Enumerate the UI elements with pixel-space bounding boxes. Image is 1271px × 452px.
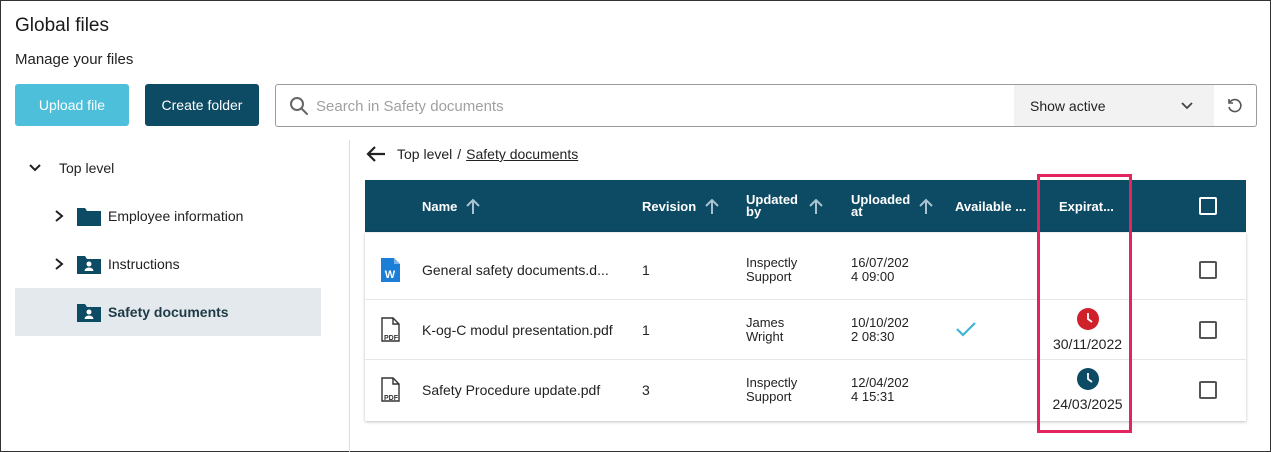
column-header-uploaded-at[interactable]: Uploaded at (851, 180, 934, 232)
upload-file-button[interactable]: Upload file (15, 84, 129, 126)
text-line: 4 15:31 (851, 389, 895, 404)
svg-text:W: W (385, 269, 396, 281)
row-checkbox[interactable] (1199, 381, 1217, 399)
svg-text:PDF: PDF (384, 395, 399, 402)
file-uploaded-at: 12/04/202 4 15:31 (851, 376, 909, 404)
clock-icon (1076, 368, 1099, 390)
tree-item-label: Safety documents (108, 304, 229, 320)
arrow-up-icon (466, 198, 481, 214)
file-revision: 1 (642, 322, 650, 338)
expiration-date: 30/11/2022 (1052, 336, 1123, 352)
column-header-name[interactable]: Name (422, 180, 481, 232)
text-line: Support (746, 269, 792, 284)
text-line: 2 08:30 (851, 329, 895, 344)
column-header-revision[interactable]: Revision (642, 180, 720, 232)
column-label: Name (422, 198, 458, 214)
page-subtitle: Manage your files (15, 51, 134, 68)
tree-item-safety-documents[interactable]: Safety documents (15, 288, 321, 336)
file-name[interactable]: K-og-C modul presentation.pdf (422, 322, 613, 338)
table-row[interactable]: PDF K-og-C modul presentation.pdf 1 Jame… (365, 300, 1246, 360)
row-checkbox[interactable] (1199, 321, 1217, 339)
arrow-up-icon (705, 198, 719, 214)
tree-item-label: Instructions (108, 256, 180, 272)
text-line: Wright (746, 329, 784, 344)
column-label-line: by (746, 204, 762, 219)
column-label: Available ... (955, 198, 1027, 214)
arrow-up-icon (919, 198, 933, 214)
svg-text:PDF: PDF (384, 335, 399, 342)
breadcrumb-root[interactable]: Top level (397, 146, 452, 162)
text-line: 12/04/202 (851, 375, 909, 390)
column-label: Revision (642, 198, 697, 214)
file-name[interactable]: Safety Procedure update.pdf (422, 382, 600, 398)
tree-item-instructions[interactable]: Instructions (15, 240, 321, 288)
column-label: Uploaded at (851, 193, 910, 219)
expiration-cell: 24/03/2025 (1040, 368, 1135, 412)
tree-item-top-level[interactable]: Top level (15, 144, 321, 192)
create-folder-button[interactable]: Create folder (145, 84, 259, 126)
column-label: Updated by (746, 193, 798, 219)
chevron-right-icon (55, 210, 64, 222)
tree-item-label: Employee information (108, 208, 244, 224)
text-line: Inspectly (746, 255, 798, 270)
expiration-cell: 30/11/2022 (1040, 308, 1135, 352)
table-row[interactable]: PDF Safety Procedure update.pdf 3 Inspec… (365, 360, 1246, 420)
column-header-available[interactable]: Available ... (955, 180, 1026, 232)
column-header-expiration[interactable]: Expirat... (1059, 180, 1114, 232)
folder-icon (77, 208, 101, 226)
pdf-file-icon: PDF (381, 317, 400, 342)
column-label: Expirat... (1059, 198, 1114, 214)
checkmark-icon (956, 322, 976, 337)
text-line: 16/07/202 (851, 255, 909, 270)
chevron-down-icon (1181, 102, 1193, 110)
arrow-up-icon (809, 198, 823, 214)
status-filter-select[interactable]: Show active (1014, 85, 1214, 126)
back-arrow-icon[interactable] (365, 143, 387, 165)
file-uploaded-at: 10/10/202 2 08:30 (851, 316, 909, 344)
file-name[interactable]: General safety documents.d... (422, 262, 609, 278)
shared-folder-icon (77, 304, 101, 322)
breadcrumb: Top level / Safety documents (365, 142, 578, 166)
breadcrumb-separator: / (457, 146, 462, 162)
select-all-checkbox[interactable] (1199, 197, 1217, 215)
text-line: Inspectly (746, 375, 798, 390)
page-title: Global files (15, 15, 109, 36)
file-revision: 1 (642, 262, 650, 278)
file-table: W General safety documents.d... 1 Inspec… (365, 232, 1246, 421)
text-line: James (746, 315, 785, 330)
file-updated-by: James Wright (746, 316, 784, 344)
tree-item-label: Top level (59, 160, 115, 176)
search-input[interactable] (316, 93, 1006, 119)
search-bar: Show active (275, 84, 1257, 127)
table-header: Name Revision Updated by Uploaded at Avail… (365, 180, 1246, 232)
word-file-icon: W (381, 258, 400, 282)
text-line: 4 09:00 (851, 269, 895, 284)
column-label-line: at (851, 204, 863, 219)
chevron-down-icon (29, 164, 41, 172)
file-updated-by: Inspectly Support (746, 256, 797, 284)
panel-divider (349, 140, 350, 452)
expiration-date: 24/03/2025 (1052, 396, 1123, 412)
file-updated-by: Inspectly Support (746, 376, 797, 404)
table-row[interactable]: W General safety documents.d... 1 Inspec… (365, 240, 1246, 300)
shared-folder-icon (77, 256, 101, 274)
text-line: 10/10/202 (851, 315, 909, 330)
column-header-updated-by[interactable]: Updated by (746, 180, 824, 232)
chevron-right-icon (55, 258, 64, 270)
tree-item-employee-information[interactable]: Employee information (15, 192, 321, 240)
reset-icon[interactable] (1226, 97, 1244, 115)
file-revision: 3 (642, 382, 650, 398)
file-uploaded-at: 16/07/202 4 09:00 (851, 256, 909, 284)
clock-expired-icon (1076, 308, 1099, 330)
pdf-file-icon: PDF (381, 377, 400, 402)
row-checkbox[interactable] (1199, 261, 1217, 279)
status-filter-value: Show active (1030, 97, 1106, 114)
breadcrumb-current[interactable]: Safety documents (466, 146, 578, 162)
search-icon (290, 97, 308, 115)
text-line: Support (746, 389, 792, 404)
